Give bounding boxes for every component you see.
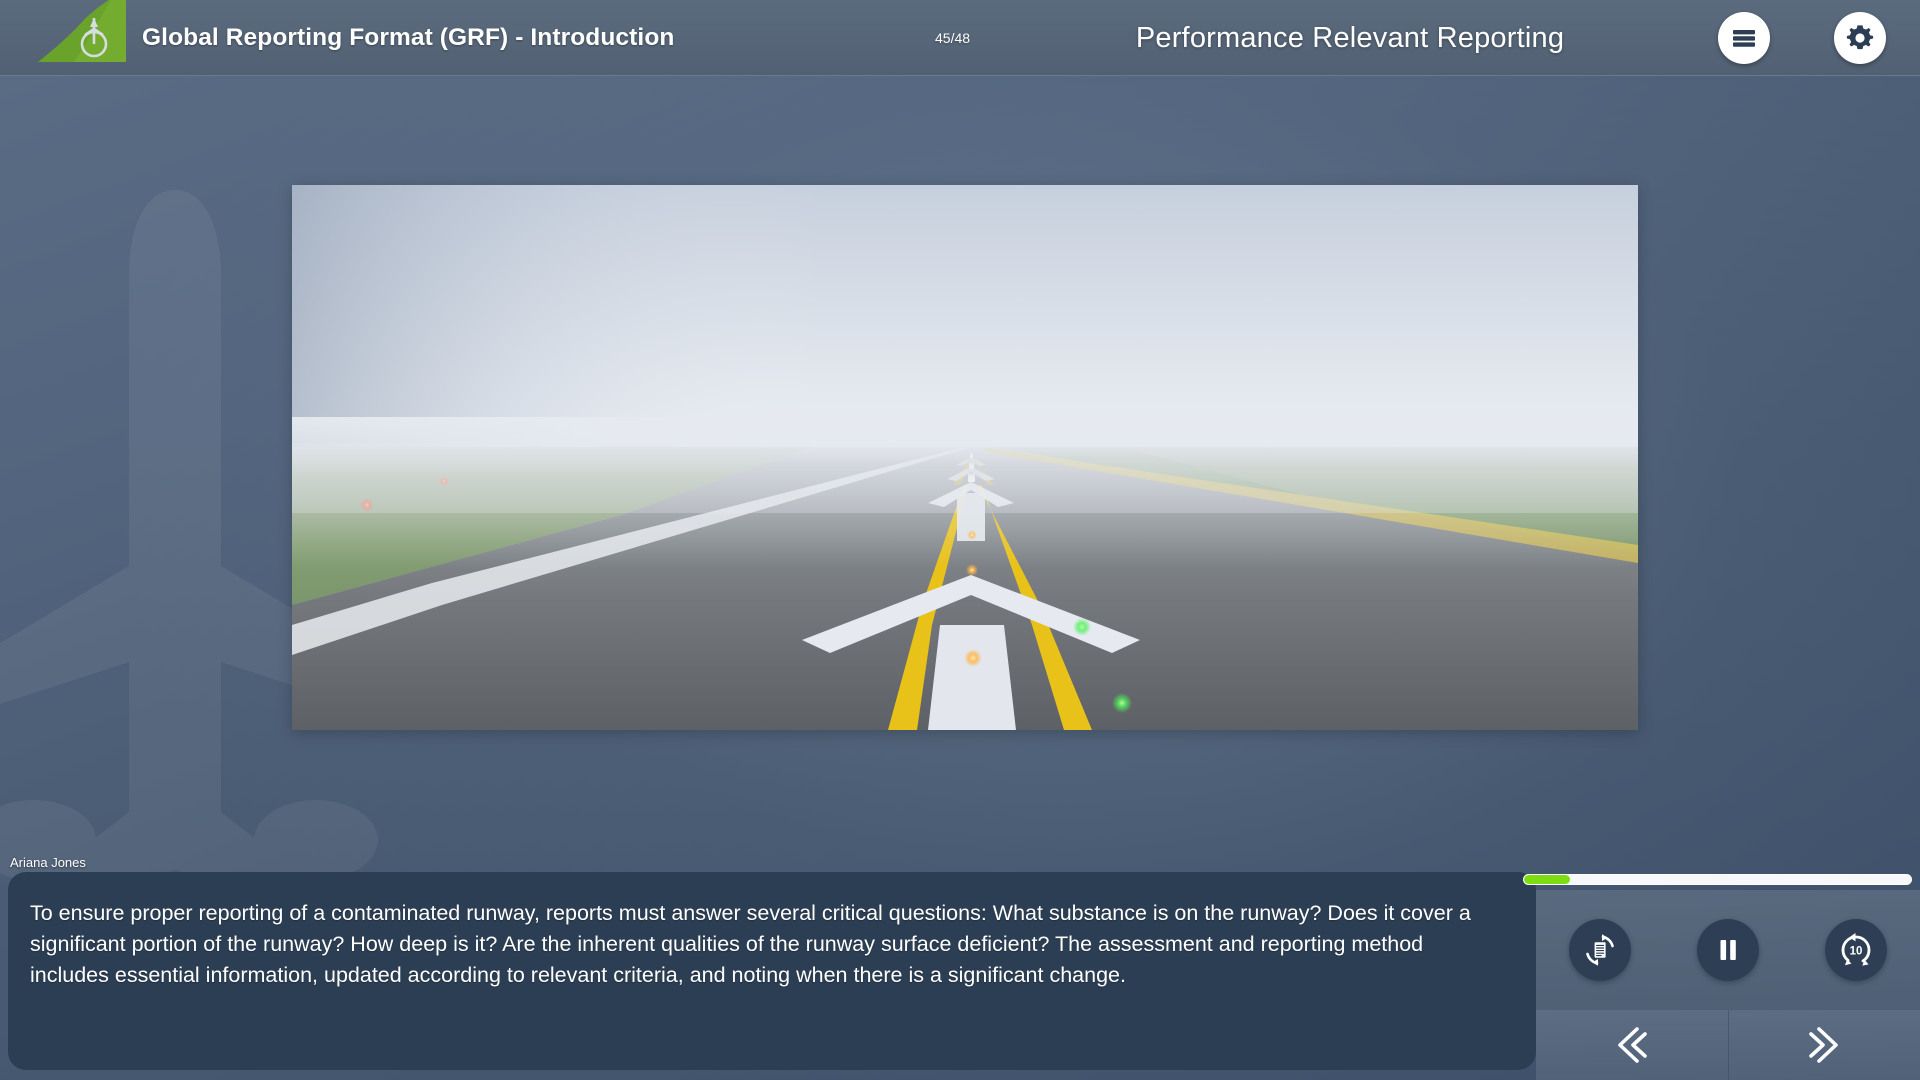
page-counter: 45/48 (935, 30, 971, 46)
rewind-10-button[interactable]: 10 (1825, 919, 1887, 981)
menu-button[interactable] (1718, 12, 1770, 64)
settings-button[interactable] (1834, 12, 1886, 64)
speaker-name-label: Ariana Jones (10, 855, 86, 870)
rewind-10-seconds-icon: 10 (1836, 930, 1876, 970)
slide-title: Performance Relevant Reporting (1135, 21, 1565, 54)
play-pause-button[interactable] (1697, 919, 1759, 981)
caption-panel: To ensure proper reporting of a contamin… (8, 872, 1536, 1070)
transcript-replay-icon (1580, 930, 1620, 970)
app-header: Global Reporting Format (GRF) - Introduc… (0, 0, 1920, 76)
next-slide-button[interactable] (1728, 1010, 1920, 1080)
media-controls-bar: 10 (1536, 890, 1920, 1010)
airline-tail-fin-logo (30, 0, 126, 76)
double-chevron-left-icon (1607, 1020, 1657, 1070)
slide-navigation-bar (1536, 1010, 1920, 1080)
double-chevron-right-icon (1799, 1020, 1849, 1070)
hamburger-menu-icon (1729, 23, 1759, 53)
rewind-amount-label: 10 (1850, 946, 1863, 958)
gear-icon (1844, 22, 1876, 54)
pause-icon (1712, 934, 1744, 966)
slide-stage: Global Reporting Format (GRF) - Introduc… (0, 0, 1920, 1080)
transcript-replay-button[interactable] (1569, 919, 1631, 981)
runway-scene-image (292, 185, 1638, 730)
playback-progress-fill (1524, 875, 1571, 884)
caption-text: To ensure proper reporting of a contamin… (30, 901, 1471, 987)
playback-progress-bar[interactable] (1523, 874, 1912, 885)
course-title: Global Reporting Format (GRF) - Introduc… (142, 24, 675, 51)
previous-slide-button[interactable] (1536, 1010, 1729, 1080)
